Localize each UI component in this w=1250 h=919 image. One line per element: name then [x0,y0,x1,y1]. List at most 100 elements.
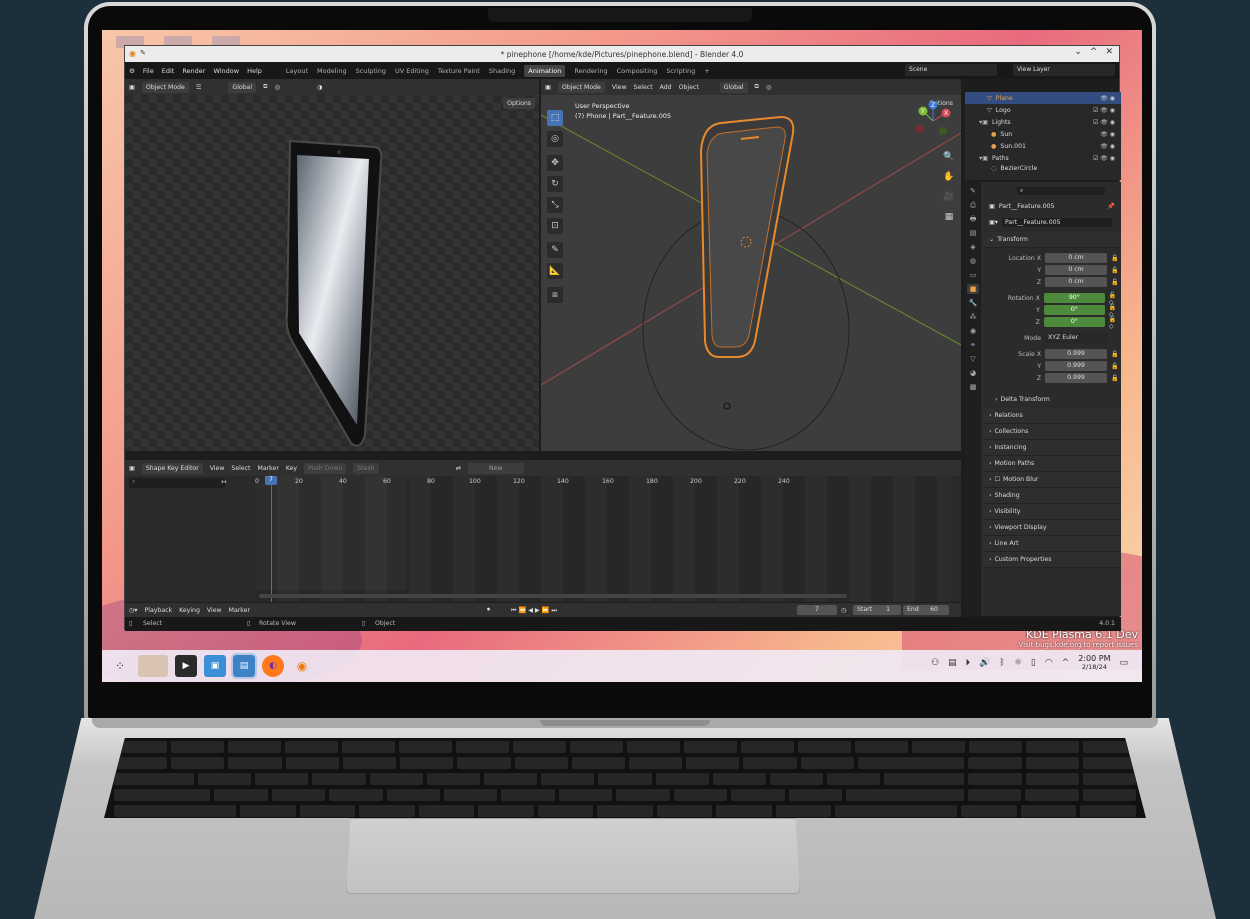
key[interactable] [171,757,225,769]
view-layer-selector[interactable]: View Layer [1013,64,1115,76]
key[interactable] [271,789,326,801]
terminal-icon[interactable]: ▶ [175,655,197,677]
tab-sculpting[interactable]: Sculpting [356,67,386,75]
key[interactable] [716,805,772,817]
shape-key-editor[interactable]: ⌕ ↔ 0 20 40 60 80 100 120 140 160 180 20… [125,476,961,602]
ortho-grid-icon[interactable]: ▦ [941,209,957,225]
visibility-icon[interactable]: 👁 ◉ [1100,131,1115,138]
menu-keying[interactable]: Keying [179,607,200,614]
close-button[interactable]: ✕ [1105,47,1113,57]
proportional-icon[interactable]: ◎ [275,84,280,91]
key[interactable] [483,773,538,785]
blender-taskbar-icon[interactable]: ◉ [291,655,313,677]
tray-media-icon[interactable]: ⏵ [966,658,971,668]
key[interactable] [712,773,767,785]
lock-icon[interactable]: 🔓 [1111,266,1119,274]
outliner-row[interactable]: ▾▣ Paths ☑ 👁 ◉ [965,152,1121,164]
key[interactable] [1026,741,1079,753]
volume-icon[interactable]: 🔊 [979,658,990,668]
lock-icon[interactable]: 🔓 [1111,362,1119,370]
key[interactable] [855,741,908,753]
key[interactable] [627,741,680,753]
outliner-row[interactable]: ● Sun 👁 ◉ [965,128,1121,140]
collection-tab-icon[interactable]: ▭ [967,270,979,280]
menu-file[interactable]: File [143,67,154,75]
menu-view[interactable]: View [612,84,627,91]
editor-dropdown[interactable]: Shape Key Editor [141,462,203,474]
firefox-icon[interactable]: ◐ [262,655,284,677]
scale-z-field[interactable]: 0.999 [1045,373,1107,383]
key[interactable] [228,741,281,753]
rotation-y-field[interactable]: 0° [1043,305,1105,315]
key[interactable] [342,757,397,769]
lock-icon[interactable]: 🔓 [1111,374,1119,382]
object-tab-icon[interactable]: ■ [967,284,979,294]
clock[interactable]: 2:00 PM 2/18/24 [1078,654,1110,672]
search-icon[interactable]: ⌕ [1017,187,1105,195]
key[interactable] [912,741,965,753]
right-mode-dropdown[interactable]: Object Mode [557,81,605,93]
wifi-icon[interactable]: ◠ [1045,658,1053,668]
key[interactable] [426,773,480,785]
tab-shading[interactable]: Shading [489,67,515,75]
key[interactable] [857,757,965,769]
bluetooth-icon[interactable]: ᛒ [999,658,1004,668]
zoom-icon[interactable]: 🔍 [941,149,957,165]
key[interactable] [743,757,797,769]
key[interactable] [684,741,737,753]
visibility-panel-header[interactable]: › Visibility [983,504,1121,520]
lock-icon[interactable]: 🔓 [1111,254,1119,262]
material-tab-icon[interactable]: ◕ [967,368,979,378]
menu-marker[interactable]: Marker [257,465,278,472]
line-art-panel-header[interactable]: › Line Art [983,536,1121,552]
visibility-icon[interactable]: ☑ 👁 ◉ [1093,155,1115,162]
minimize-button[interactable]: ⌄ [1074,47,1082,57]
key[interactable] [570,741,623,753]
stash-button[interactable]: Stash [353,462,379,474]
menu-key[interactable]: Key [286,465,297,472]
key[interactable] [312,773,366,785]
menu-add[interactable]: Add [660,84,672,91]
key[interactable] [1025,757,1079,769]
key[interactable] [968,757,1022,769]
outliner-row[interactable]: ▽ Plane 👁 ◉ [965,92,1121,104]
key[interactable] [1082,789,1136,801]
key[interactable] [285,757,339,769]
key[interactable] [846,789,964,801]
playback-controls-icon[interactable]: ⏮ ⏪ ◀ ▶ ⏩ ⏭ [511,606,557,615]
left-viewport[interactable]: Options [125,95,539,451]
key[interactable] [197,773,252,785]
playhead[interactable] [271,476,272,602]
move-tool[interactable]: ✥ [547,155,563,171]
horizontal-scrollbar[interactable] [259,594,847,598]
particles-tab-icon[interactable]: ⁂ [967,312,979,322]
key[interactable] [400,757,454,769]
relations-panel-header[interactable]: › Relations [983,408,1121,424]
maximize-button[interactable]: ^ [1090,47,1098,57]
key[interactable] [299,805,356,817]
key[interactable] [329,789,383,801]
snap-icon[interactable]: ⧉ [263,83,267,91]
menu-help[interactable]: Help [247,67,262,75]
key[interactable] [558,789,613,801]
rotate-tool[interactable]: ↻ [547,176,563,192]
menu-window[interactable]: Window [213,67,239,75]
key[interactable] [1082,757,1136,769]
key[interactable] [800,757,854,769]
editor-type-icon[interactable]: ▣ [545,84,551,91]
hamburger-icon[interactable]: ☰ [196,84,202,91]
collections-panel-header[interactable]: › Collections [983,424,1121,440]
frame-grid[interactable]: 0 20 40 60 80 100 120 140 160 180 200 22… [255,476,951,602]
add-workspace-button[interactable]: + [704,67,709,75]
checkbox-icon[interactable]: ☐ [994,476,1000,483]
navigation-gizmo[interactable]: X Y Z [913,101,953,141]
key[interactable] [228,757,282,769]
left-mode-dropdown[interactable]: Object Mode [141,81,189,93]
key[interactable] [255,773,309,785]
file-manager-icon[interactable]: ▤ [231,653,257,679]
scene-tab-icon[interactable]: ◈ [967,242,979,252]
render-tab-icon[interactable]: ⎙ [967,200,979,210]
object-data-icon[interactable]: ▣▾ [989,219,998,226]
key[interactable] [456,741,509,753]
shading-panel-header[interactable]: › Shading [983,488,1121,504]
